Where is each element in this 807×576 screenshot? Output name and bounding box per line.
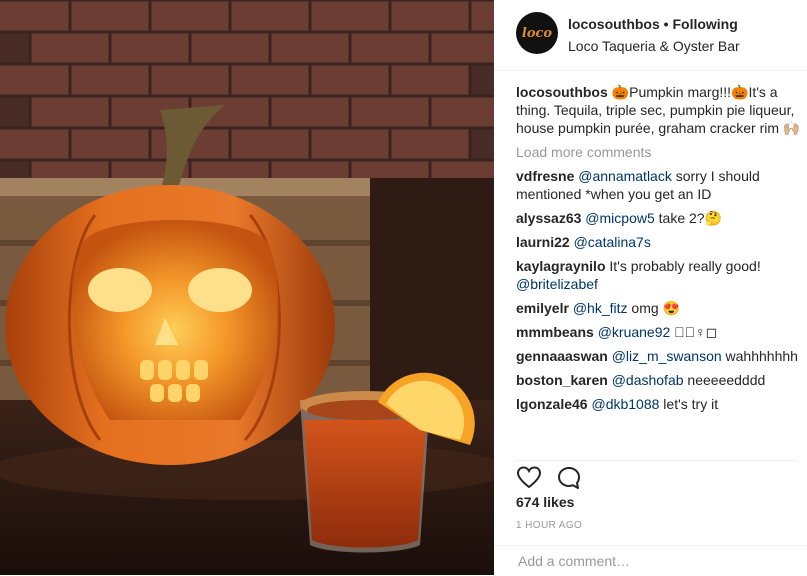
- list-item: laurni22 @catalina7s: [516, 233, 801, 251]
- heart-icon[interactable]: [516, 465, 542, 491]
- comment-username[interactable]: laurni22: [516, 234, 570, 250]
- post-timestamp[interactable]: 1 HOUR AGO: [516, 520, 582, 531]
- comment-text: neeeeedddd: [683, 372, 766, 388]
- comment-username[interactable]: boston_karen: [516, 372, 608, 388]
- location-link[interactable]: Loco Taqueria & Oyster Bar: [568, 38, 740, 54]
- likes-count[interactable]: 674 likes: [516, 494, 574, 510]
- comment-username[interactable]: alyssaz63: [516, 210, 581, 226]
- comment-text: wahhhhhhh: [721, 348, 798, 364]
- comment-mention[interactable]: @dkb1088: [591, 396, 659, 412]
- comment-text: omg 😍: [627, 300, 680, 316]
- comment-mention[interactable]: @hk_fitz: [573, 300, 628, 316]
- comment-text: It's probably really good!: [605, 258, 761, 274]
- comment-username[interactable]: mmmbeans: [516, 324, 594, 340]
- avatar[interactable]: loco: [516, 12, 558, 54]
- header-username[interactable]: locosouthbos: [568, 16, 660, 32]
- follow-status-button[interactable]: Following: [672, 16, 737, 32]
- comment-text: let's try it: [659, 396, 719, 412]
- comment-mention[interactable]: @catalina7s: [574, 234, 651, 250]
- comment-username[interactable]: lgonzale46: [516, 396, 588, 412]
- list-item: mmmbeans @kruane92 ◻🏼‍♀◻: [516, 323, 801, 341]
- comment-mention[interactable]: @britelizabef: [516, 276, 598, 292]
- comment-mention[interactable]: @dashofab: [612, 372, 684, 388]
- comment-mention[interactable]: @micpow5: [585, 210, 654, 226]
- add-comment-input[interactable]: [516, 552, 790, 570]
- list-item: kaylagraynilo It's probably really good!…: [516, 257, 801, 293]
- post-actions: [516, 460, 796, 491]
- comment-mention[interactable]: @annamatlack: [578, 168, 672, 184]
- load-more-comments-button[interactable]: Load more comments: [516, 143, 801, 161]
- list-item: vdfresne @annamatlack sorry I should men…: [516, 167, 801, 203]
- comment-username[interactable]: kaylagraynilo: [516, 258, 606, 274]
- post-photo[interactable]: [0, 0, 494, 575]
- avatar-logo-text: loco: [521, 25, 553, 41]
- header-user-line: locosouthbos • Following: [568, 16, 738, 32]
- comment-bubble-icon[interactable]: [556, 465, 582, 491]
- pumpkin-margarita-photo: [0, 0, 494, 575]
- caption-username[interactable]: locosouthbos: [516, 84, 608, 100]
- comments-list[interactable]: locosouthbos 🎃Pumpkin marg!!!🎃It's a thi…: [516, 83, 801, 453]
- comment-mention[interactable]: @liz_m_swanson: [612, 348, 722, 364]
- list-item: lgonzale46 @dkb1088 let's try it: [516, 395, 801, 413]
- post-sidebar: loco locosouthbos • Following Loco Taque…: [494, 0, 807, 575]
- post-header: loco locosouthbos • Following Loco Taque…: [494, 0, 807, 71]
- list-item: emilyelr @hk_fitz omg 😍: [516, 299, 801, 317]
- add-comment-bar: [494, 545, 807, 576]
- list-item: boston_karen @dashofab neeeeedddd: [516, 371, 801, 389]
- comment-username[interactable]: vdfresne: [516, 168, 574, 184]
- comment-username[interactable]: emilyelr: [516, 300, 569, 316]
- separator-dot: •: [663, 16, 669, 32]
- comment-text: ◻🏼‍♀◻: [670, 324, 718, 340]
- comment-username[interactable]: gennaaaswan: [516, 348, 608, 364]
- list-item: alyssaz63 @micpow5 take 2?🤔: [516, 209, 801, 227]
- comment-text: take 2?🤔: [654, 210, 722, 226]
- post-modal: loco locosouthbos • Following Loco Taque…: [0, 0, 807, 575]
- caption: locosouthbos 🎃Pumpkin marg!!!🎃It's a thi…: [516, 83, 801, 137]
- list-item: gennaaaswan @liz_m_swanson wahhhhhhh: [516, 347, 801, 365]
- comment-mention[interactable]: @kruane92: [598, 324, 671, 340]
